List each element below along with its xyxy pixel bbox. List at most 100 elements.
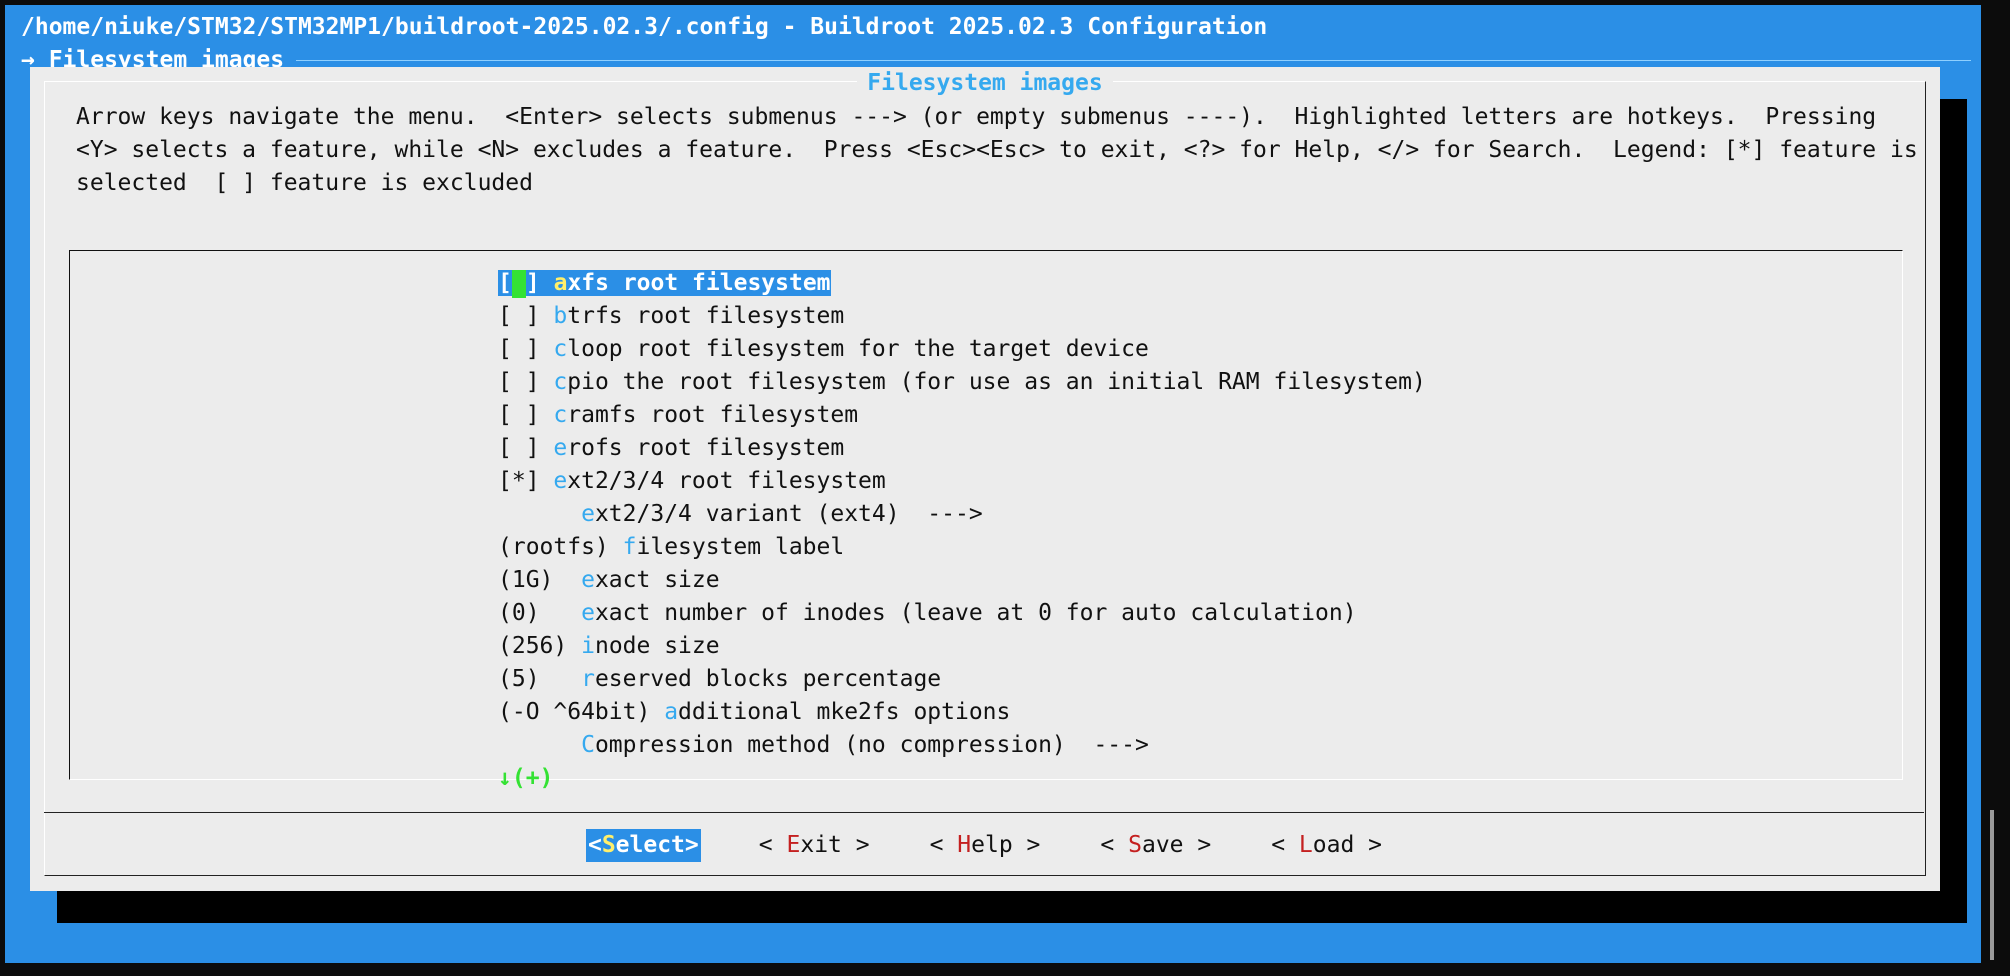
menu-item-hotkey: e	[553, 468, 568, 494]
menu-item-text: loop root filesystem for the target devi…	[567, 336, 1149, 362]
menu-item[interactable]: [ ] cpio the root filesystem (for use as…	[498, 366, 1426, 399]
button-open: <	[1271, 832, 1299, 858]
menu-item-label: (-O ^64bit) additional mke2fs options	[498, 699, 1010, 725]
menu-item-gap	[609, 534, 623, 560]
menu-item[interactable]: [ ] erofs root filesystem	[498, 432, 1426, 465]
menu-item-gap	[650, 699, 664, 725]
button-key: S	[601, 832, 616, 858]
menu-item[interactable]: [*] ext2/3/4 root filesystem	[498, 465, 1426, 498]
menu-item-label: [ ] erofs root filesystem	[498, 435, 844, 461]
menu-item-gap	[540, 369, 554, 395]
menu-item-prefix: [ ]	[498, 303, 540, 329]
menu-item-text: eserved blocks percentage	[594, 666, 942, 692]
button-rest: xit	[800, 832, 842, 858]
menu-item-label: (256) inode size	[498, 633, 720, 659]
button-close: >	[841, 832, 870, 858]
menu-item-prefix: [ ]	[498, 402, 540, 428]
menu-item-prefix: (0)	[498, 600, 540, 626]
menu-item-gap	[498, 732, 581, 758]
menu-item-gap	[540, 600, 582, 626]
button-key: E	[786, 832, 801, 858]
menu-item-label: ext2/3/4 variant (ext4) --->	[498, 501, 983, 527]
menu-item[interactable]: (-O ^64bit) additional mke2fs options	[498, 696, 1426, 729]
button-separator	[44, 812, 1924, 813]
menu-item-label: (1G) exact size	[498, 567, 720, 593]
menu-item[interactable]: (5) reserved blocks percentage	[498, 663, 1426, 696]
menu-item-hotkey: a	[553, 270, 568, 296]
button-save[interactable]: < Save >	[1098, 829, 1213, 862]
menu-item-prefix: [ ]	[498, 369, 540, 395]
menu-item-text: ilesystem label	[636, 534, 845, 560]
menu-item-hotkey: b	[553, 303, 568, 329]
menu-item[interactable]: (0) exact number of inodes (leave at 0 f…	[498, 597, 1426, 630]
menu-item[interactable]: [ ] btrfs root filesystem	[498, 300, 1426, 333]
menu-item[interactable]: [ ] cramfs root filesystem	[498, 399, 1426, 432]
menu-item-text: xt2/3/4 root filesystem	[567, 468, 886, 494]
menu-item-hotkey: c	[553, 336, 568, 362]
menu-item-hotkey: f	[622, 534, 637, 560]
checkbox-open: [	[498, 270, 512, 296]
menu-item-prefix: (256)	[498, 633, 568, 659]
button-open: <	[1100, 832, 1129, 858]
menu-list[interactable]: [] axfs root filesystem[ ] btrfs root fi…	[498, 267, 1426, 762]
menu-item-hotkey: a	[664, 699, 679, 725]
menu-item-prefix: [ ]	[498, 336, 540, 362]
button-rest: elp	[971, 832, 1013, 858]
menu-item-label: [ ] btrfs root filesystem	[498, 303, 844, 329]
menuconfig-dialog: Filesystem images Arrow keys navigate th…	[30, 67, 1940, 891]
menu-item-text: xfs root filesystem	[567, 270, 831, 296]
button-close: >	[1012, 832, 1041, 858]
menu-item-text: ramfs root filesystem	[567, 402, 859, 428]
help-text: Arrow keys navigate the menu. <Enter> se…	[76, 104, 1932, 196]
menu-item-gap	[540, 303, 554, 329]
button-bar: <Select> < Exit > < Help > < Save > < Load >	[30, 829, 1940, 862]
menu-item[interactable]: (256) inode size	[498, 630, 1426, 663]
menu-item-gap	[540, 402, 554, 428]
menu-item-prefix: (rootfs)	[498, 534, 609, 560]
menu-item-gap	[498, 501, 581, 527]
menu-item[interactable]: ext2/3/4 variant (ext4) --->	[498, 498, 1426, 531]
button-open: <	[929, 832, 958, 858]
terminal-scrollbar[interactable]	[1990, 810, 1994, 960]
menu-item-text: rofs root filesystem	[567, 435, 845, 461]
menu-item-text: dditional mke2fs options	[678, 699, 1011, 725]
cursor-block	[511, 269, 526, 298]
menu-item-gap	[540, 666, 582, 692]
menu-item-text: node size	[594, 633, 720, 659]
button-close: >	[1354, 832, 1383, 858]
menu-item-label: [] axfs root filesystem	[498, 269, 831, 298]
menu-item-label: [ ] cloop root filesystem for the target…	[498, 336, 1149, 362]
menu-item[interactable]: Compression method (no compression) --->	[498, 729, 1426, 762]
menu-item-label: Compression method (no compression) --->	[498, 732, 1149, 758]
more-indicator: ↓(+)	[498, 765, 554, 791]
button-open: <	[758, 832, 787, 858]
button-close: >	[684, 832, 699, 858]
breadcrumb-rule	[296, 60, 1971, 61]
menu-item[interactable]: [] axfs root filesystem	[498, 267, 1426, 300]
menu-item-hotkey: c	[553, 369, 568, 395]
menu-item-gap	[567, 633, 581, 659]
menu-item-hotkey: e	[581, 600, 595, 626]
menu-item-label: (rootfs) filesystem label	[498, 534, 844, 560]
button-select[interactable]: <Select>	[585, 829, 701, 862]
button-close: >	[1183, 832, 1212, 858]
menu-item-text: ompression method (no compression) --->	[594, 732, 1149, 758]
menu-item[interactable]: (rootfs) filesystem label	[498, 531, 1426, 564]
button-key: H	[957, 832, 972, 858]
button-help[interactable]: < Help >	[928, 829, 1043, 862]
menu-item[interactable]: (1G) exact size	[498, 564, 1426, 597]
menu-item-hotkey: e	[581, 501, 595, 527]
menu-item-hotkey: c	[553, 402, 568, 428]
menu-item-label: (5) reserved blocks percentage	[498, 666, 941, 692]
menu-item-text: xact number of inodes (leave at 0 for au…	[594, 600, 1357, 626]
button-load[interactable]: < Load >	[1269, 829, 1384, 862]
menu-item-prefix: [ ]	[498, 435, 540, 461]
menu-item[interactable]: [ ] cloop root filesystem for the target…	[498, 333, 1426, 366]
dialog-title: Filesystem images	[30, 67, 1940, 100]
button-exit[interactable]: < Exit >	[757, 829, 872, 862]
menu-box[interactable]: [] axfs root filesystem[ ] btrfs root fi…	[69, 250, 1903, 791]
button-open: <	[587, 832, 602, 858]
checkbox-close: ]	[525, 270, 540, 296]
menu-item-hotkey: e	[553, 435, 568, 461]
menu-item-prefix: (-O ^64bit)	[498, 699, 651, 725]
